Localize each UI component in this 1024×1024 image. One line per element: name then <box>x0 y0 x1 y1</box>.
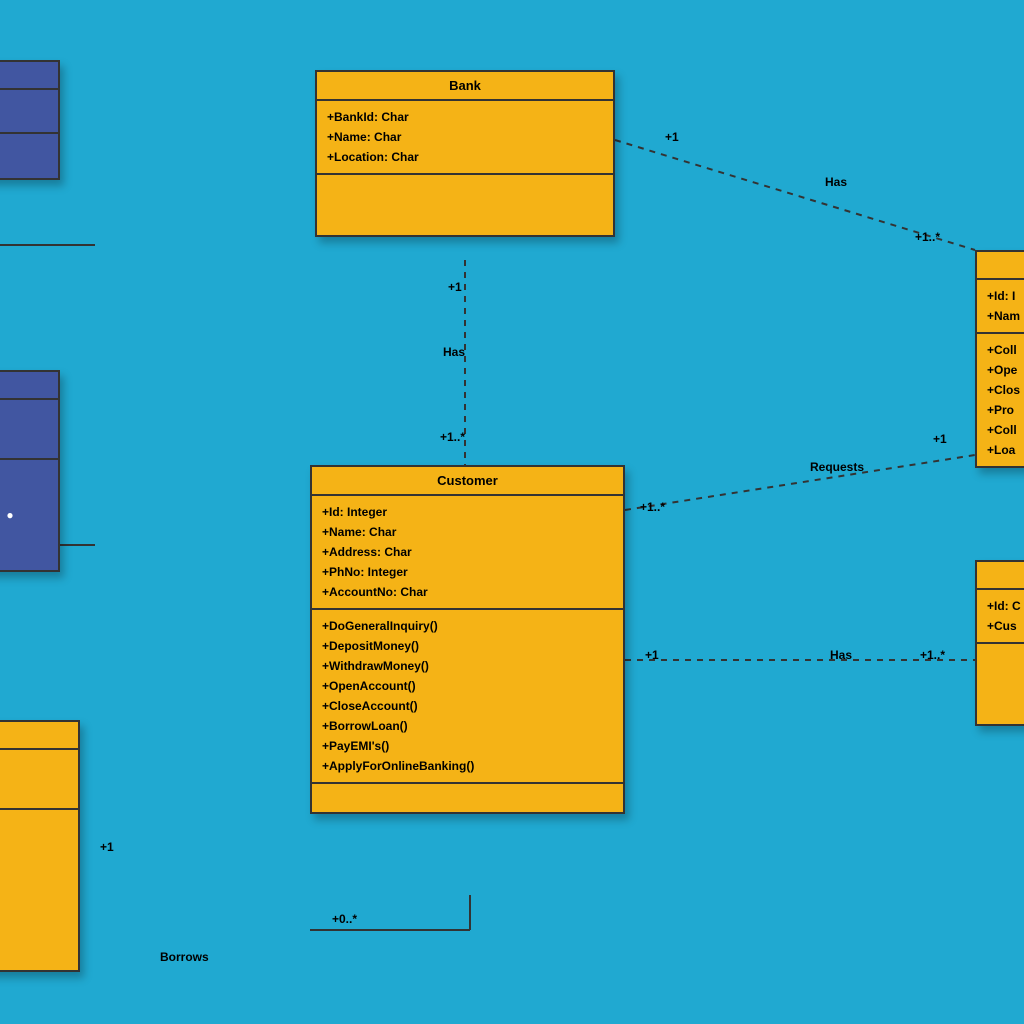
attr: +Id: C <box>987 596 1024 616</box>
method: +ApplyForOnlineBanking() <box>322 756 613 776</box>
attr: +PhNo: Integer <box>322 562 613 582</box>
method: +WithdrawMoney() <box>322 656 613 676</box>
method: +OpenAccount() <box>322 676 613 696</box>
attr: +Name: Char <box>327 127 603 147</box>
class-customer-methods: +DoGeneralInquiry() +DepositMoney() +Wit… <box>312 610 623 784</box>
label-borrows: Borrows <box>160 950 209 964</box>
class-bank: Bank +BankId: Char +Name: Char +Location… <box>315 70 615 237</box>
mult-has-cust-right: +1..* <box>920 648 945 662</box>
class-customer-title: Customer <box>312 467 623 496</box>
attr: +Nam <box>987 306 1024 326</box>
class-bank-methods <box>317 175 613 235</box>
mult-requests-right: +1 <box>933 432 947 446</box>
method: +Loa <box>987 440 1024 460</box>
attr: +Location: Char <box>327 147 603 167</box>
class-right-bottom: +Id: C +Cus <box>975 560 1024 726</box>
attr: +Id: I <box>987 286 1024 306</box>
method: +Pro <box>987 400 1024 420</box>
label-has-bank-right: Has <box>825 175 847 189</box>
class-right-top: +Id: I +Nam +Coll +Ope +Clos +Pro +Coll … <box>975 250 1024 468</box>
label-has-cust-right: Has <box>830 648 852 662</box>
class-customer-attributes: +Id: Integer +Name: Char +Address: Char … <box>312 496 623 610</box>
method: +PayEMI's() <box>322 736 613 756</box>
attr: +Cus <box>987 616 1024 636</box>
attr: +Id: Integer <box>322 502 613 522</box>
mult-bank-cust-many: +1..* <box>440 430 465 444</box>
class-customer: Customer +Id: Integer +Name: Char +Addre… <box>310 465 625 814</box>
method: +Ope <box>987 360 1024 380</box>
attr: +BankId: Char <box>327 107 603 127</box>
method: +Clos <box>987 380 1024 400</box>
mult-borrows-many: +0..* <box>332 912 357 926</box>
class-bank-title: Bank <box>317 72 613 101</box>
class-blue-top <box>0 60 60 180</box>
label-requests: Requests <box>810 460 864 474</box>
method: +Coll <box>987 340 1024 360</box>
mult-has-cust-left: +1 <box>645 648 659 662</box>
method: +DoGeneralInquiry() <box>322 616 613 636</box>
mult-requests-left: +1..* <box>640 500 665 514</box>
class-right-bottom-title <box>977 562 1024 590</box>
mult-borrows-1: +1 <box>100 840 114 854</box>
method: +BorrowLoan() <box>322 716 613 736</box>
class-customer-empty <box>312 784 623 812</box>
class-blue-middle: ● <box>0 370 60 572</box>
class-right-top-methods: +Coll +Ope +Clos +Pro +Coll +Loa <box>977 334 1024 466</box>
class-bank-attributes: +BankId: Char +Name: Char +Location: Cha… <box>317 101 613 175</box>
attr: +Address: Char <box>322 542 613 562</box>
attr: +Name: Char <box>322 522 613 542</box>
label-has-bank-customer: Has <box>443 345 465 359</box>
method: +Coll <box>987 420 1024 440</box>
method: +DepositMoney() <box>322 636 613 656</box>
class-right-bottom-empty <box>977 644 1024 724</box>
class-right-top-title <box>977 252 1024 280</box>
class-yellow-bottom-left <box>0 720 80 972</box>
method: +CloseAccount() <box>322 696 613 716</box>
mult-bank-right-many: +1..* <box>915 230 940 244</box>
mult-bank-right-1: +1 <box>665 130 679 144</box>
attr: +AccountNo: Char <box>322 582 613 602</box>
class-right-bottom-attributes: +Id: C +Cus <box>977 590 1024 644</box>
class-right-top-attributes: +Id: I +Nam <box>977 280 1024 334</box>
mult-bank-cust-1: +1 <box>448 280 462 294</box>
